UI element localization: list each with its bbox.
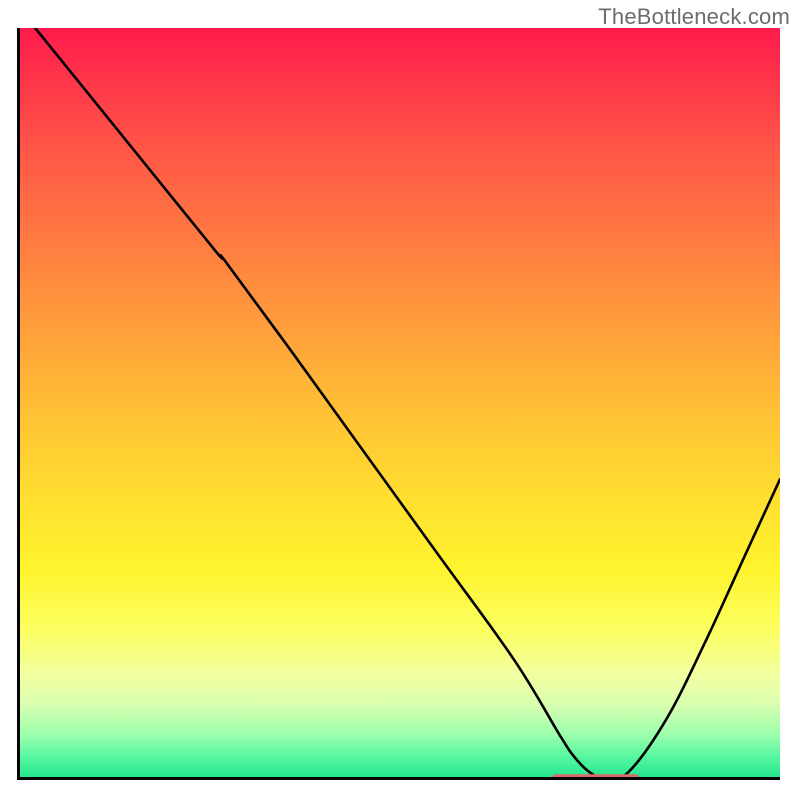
marker-layer bbox=[20, 28, 780, 780]
watermark-label: TheBottleneck.com bbox=[598, 4, 790, 30]
bottleneck-chart: TheBottleneck.com bbox=[0, 0, 800, 800]
x-axis bbox=[17, 777, 780, 780]
y-axis bbox=[17, 28, 20, 780]
